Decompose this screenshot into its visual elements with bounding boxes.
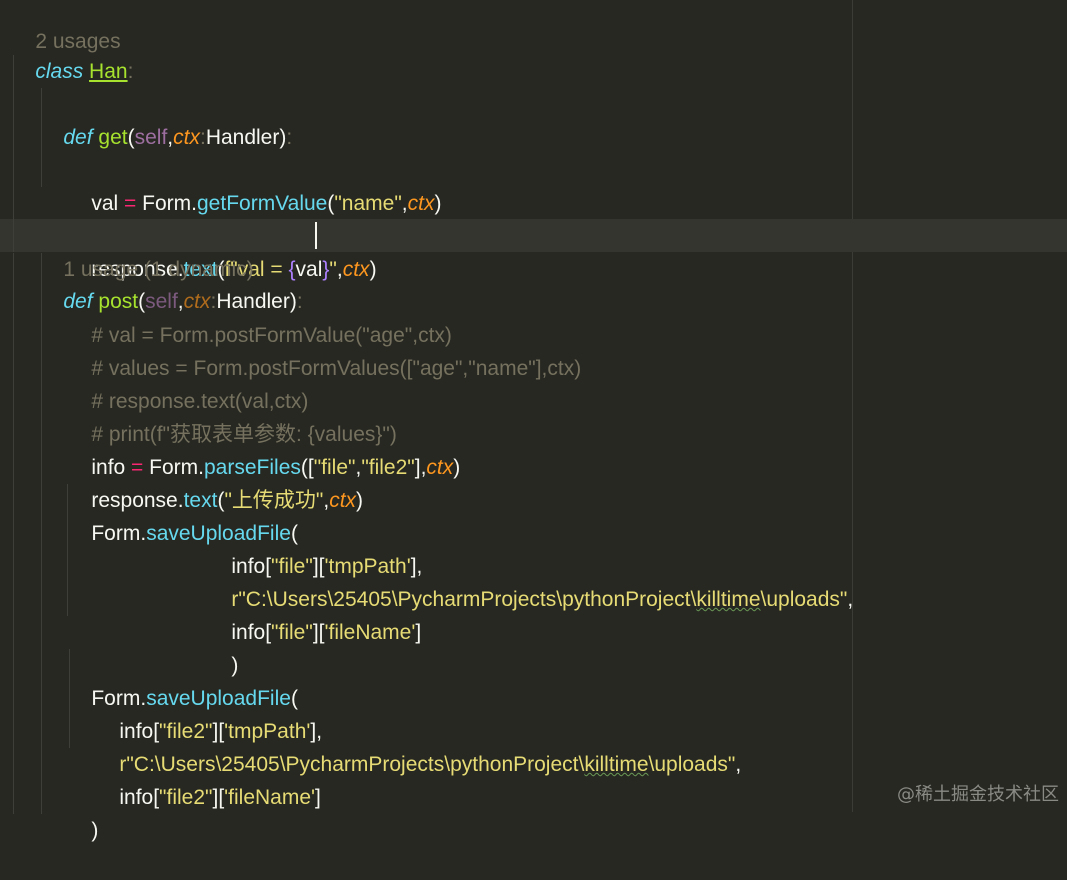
code-line-arg[interactable]: r"C:\Users\25405\PycharmProjects\pythonP… [0,517,1067,611]
code-line-comment[interactable]: # values = Form.postFormValues(["age","n… [0,286,1067,380]
code-line-comment[interactable]: # response.text(val,ctx) [0,319,1067,413]
usage-hint-line: 1 usage (1 dynamic) [0,187,1067,281]
code-line-print[interactable]: print(f"val = {val}") [0,121,1067,248]
code-line-response-post[interactable]: response.text("上传成功",ctx) [0,418,1067,512]
code-line-arg[interactable]: info["file"]['tmpPath'], [0,484,1067,578]
code-line-comment[interactable]: # print(f"获取表单参数: {values}") [0,352,1067,446]
code-line-class[interactable]: class Han: [0,22,1067,83]
code-line-save-upload-1[interactable]: Form.saveUploadFile( [0,451,1067,545]
code-line-parse-files[interactable]: info = Form.parseFiles(["file","file2"],… [0,385,1067,479]
code-line-save-upload-2[interactable]: Form.saveUploadFile( [0,616,1067,710]
code-line-get-form-value[interactable]: val = Form.getFormValue("name",ctx) [0,88,1067,215]
code-line-arg[interactable]: info["file2"]['tmpPath'], [0,649,1067,743]
code-line-arg[interactable]: info["file"]['fileName'] [0,550,1067,644]
code-line-def-post[interactable]: def post(self,ctx:Handler): [0,219,1067,313]
code-line-close[interactable]: ) [0,583,1067,677]
code-line-comment[interactable]: # val = Form.postFormValue("age",ctx) [0,253,1067,347]
code-line-arg[interactable]: info["file2"]['fileName'] [0,715,1067,809]
code-line-arg[interactable]: r"C:\Users\25405\PycharmProjects\pythonP… [0,682,1067,776]
code-editor[interactable]: 2 usages class Han: def get(self,ctx:Han… [0,0,1067,842]
code-line-def-get[interactable]: def get(self,ctx:Handler): [0,55,1067,149]
watermark: @稀土掘金技术社区 [897,784,1059,805]
code-line-close[interactable]: ) [0,748,1067,842]
code-line-response-get[interactable]: response.text(f"val = {val}",ctx) [0,154,1067,281]
